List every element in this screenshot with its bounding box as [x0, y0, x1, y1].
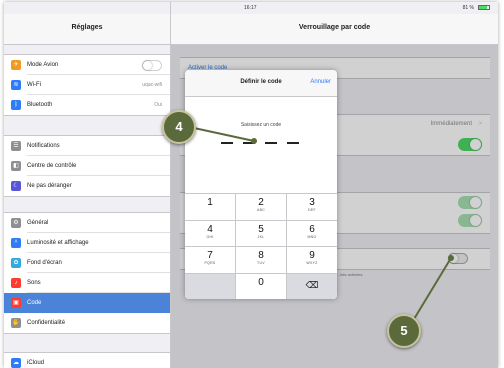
callout-4-pointer: [251, 138, 257, 144]
callout-5-line: [410, 257, 452, 325]
ipad-screen: iPad 16:17 81 % Réglages ✈ Mode Avion ≋ …: [4, 2, 498, 368]
callout-4-line: [193, 127, 255, 142]
callout-4: 4: [162, 110, 196, 144]
callout-5-pointer: [448, 255, 454, 261]
callout-lines: [193, 127, 454, 325]
callout-5: 5: [387, 314, 421, 348]
